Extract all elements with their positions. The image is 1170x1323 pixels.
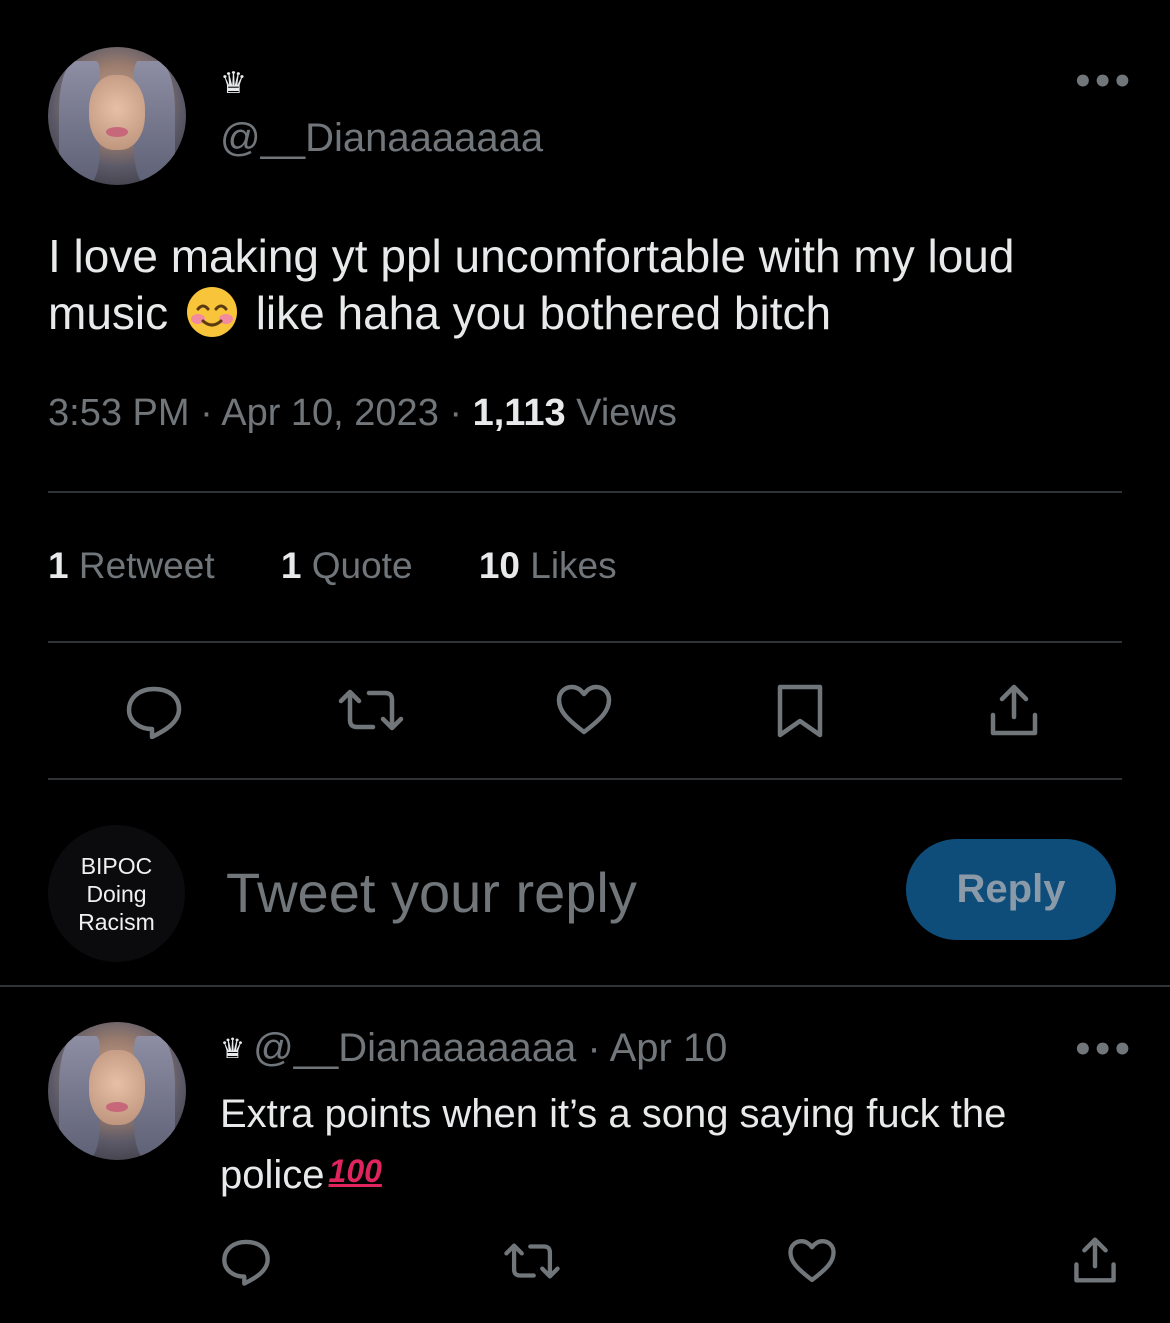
more-options-icon[interactable]: ••• (1072, 62, 1133, 102)
reply-text: Extra points when it’s a song saying fuc… (220, 1086, 1120, 1204)
reply-header: ♛ @__Dianaaaaaaa · Apr 10 (220, 1026, 727, 1071)
smiling-face-emoji-icon (186, 287, 237, 337)
crown-icon: ♛ (220, 66, 247, 101)
bookmark-icon[interactable] (776, 683, 824, 739)
like-icon[interactable] (555, 684, 613, 736)
reply-handle[interactable]: @__Dianaaaaaaa (253, 1026, 576, 1070)
reply-icon[interactable] (124, 683, 184, 739)
tweet-date[interactable]: Apr 10, 2023 (221, 392, 439, 434)
likes-stat[interactable]: 10 Likes (479, 545, 617, 587)
tweet-stats: 1 Retweet 1 Quote 10 Likes (48, 545, 673, 587)
views-label: Views (576, 392, 677, 434)
quotes-stat[interactable]: 1 Quote (281, 545, 413, 587)
separator: · (587, 1026, 601, 1070)
reply-date[interactable]: Apr 10 (610, 1026, 728, 1070)
reply-more-options-icon[interactable]: ••• (1072, 1030, 1133, 1070)
divider (0, 985, 1170, 987)
reply-author-avatar[interactable] (48, 1022, 186, 1160)
separator: · (200, 392, 213, 434)
reply-retweet-icon[interactable] (503, 1242, 561, 1280)
100-icon: 100 (328, 1153, 382, 1189)
reply-input[interactable]: Tweet your reply (226, 860, 637, 925)
avatar-text: BIPOC Doing Racism (78, 852, 155, 935)
views-count: 1,113 (472, 392, 566, 434)
share-icon[interactable] (988, 683, 1040, 737)
tweet-time[interactable]: 3:53 PM (48, 392, 190, 434)
separator: · (449, 392, 463, 434)
divider (48, 491, 1122, 493)
author-avatar[interactable] (48, 47, 186, 185)
retweet-icon[interactable] (337, 688, 405, 732)
crown-icon: ♛ (220, 1032, 246, 1065)
tweet-meta: 3:53 PM · Apr 10, 2023 · 1,113 Views (48, 392, 677, 435)
reply-button[interactable]: Reply (906, 839, 1116, 940)
author-handle[interactable]: @__Dianaaaaaaa (220, 116, 543, 161)
reply-reply-icon[interactable] (220, 1236, 272, 1286)
current-user-avatar[interactable]: BIPOC Doing Racism (48, 825, 185, 962)
tweet-text-part2: like haha you bothered bitch (255, 287, 832, 339)
retweets-stat[interactable]: 1 Retweet (48, 545, 215, 587)
reply-like-icon[interactable] (787, 1238, 837, 1284)
reply-share-icon[interactable] (1072, 1236, 1118, 1284)
divider (48, 778, 1122, 780)
tweet-text: I love making yt ppl uncomfortable with … (48, 228, 1128, 342)
divider (48, 641, 1122, 643)
